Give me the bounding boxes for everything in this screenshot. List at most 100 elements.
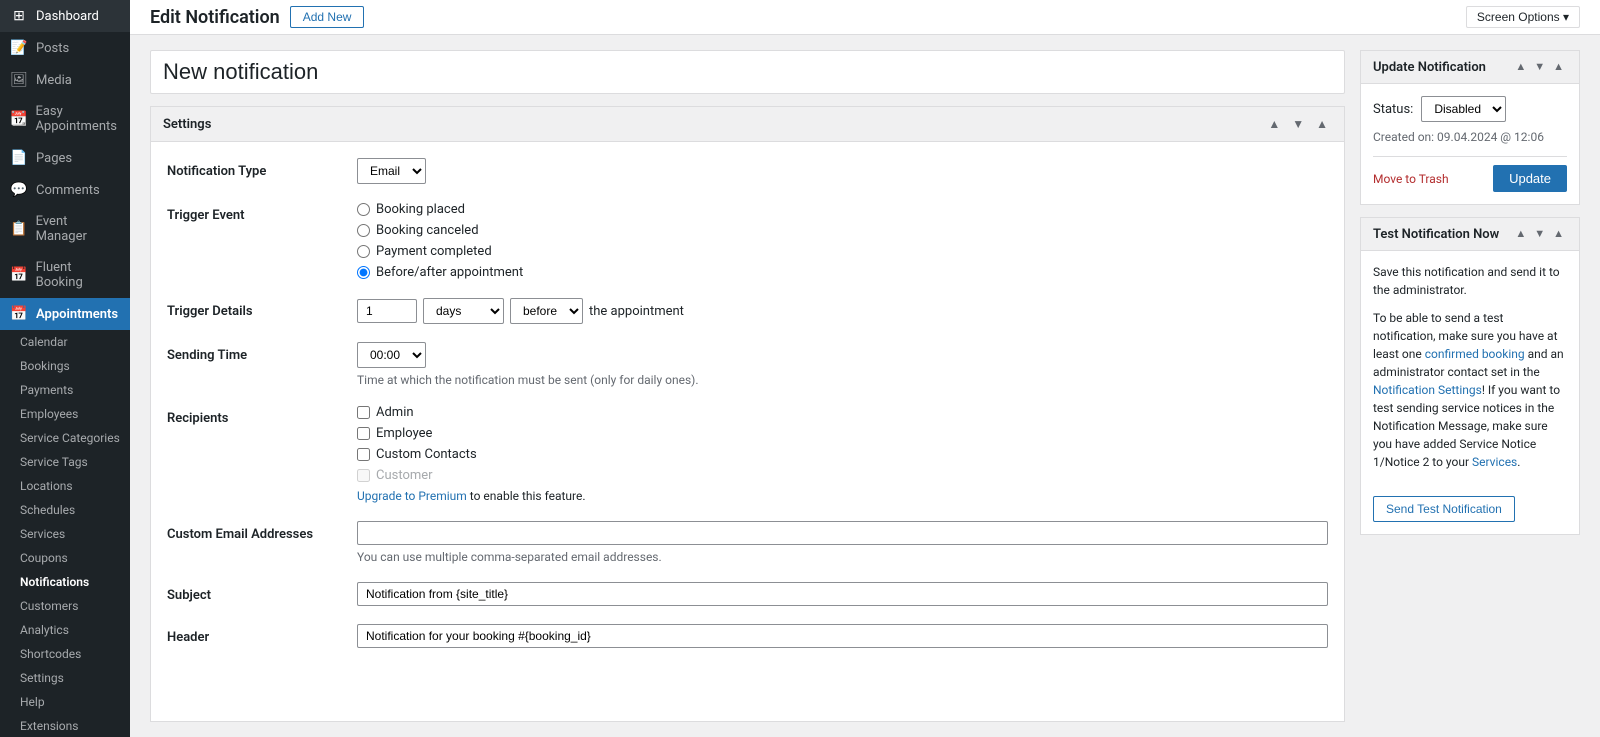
fluent-booking-icon: 📅 bbox=[10, 267, 28, 283]
trigger-booking-placed[interactable]: Booking placed bbox=[357, 202, 1328, 217]
trigger-event-row: Trigger Event Booking placed Booking can… bbox=[167, 202, 1328, 280]
subject-control bbox=[357, 582, 1328, 606]
booking-placed-radio[interactable] bbox=[357, 203, 370, 216]
trigger-details-row: Trigger Details minutes hours days weeks bbox=[167, 298, 1328, 324]
upgrade-link[interactable]: Upgrade to Premium bbox=[357, 489, 467, 503]
status-select[interactable]: Enabled Disabled bbox=[1421, 96, 1506, 122]
screen-options-button[interactable]: Screen Options ▾ bbox=[1466, 6, 1580, 28]
sidebar-item-analytics[interactable]: Analytics bbox=[0, 618, 130, 642]
test-collapse-up-btn[interactable]: ▲ bbox=[1512, 226, 1529, 242]
notification-type-row: Notification Type Email SMS bbox=[167, 158, 1328, 184]
metabox-divider bbox=[1373, 156, 1567, 157]
notification-title-input[interactable] bbox=[150, 50, 1345, 94]
employee-checkbox[interactable] bbox=[357, 427, 370, 440]
trigger-event-label: Trigger Event bbox=[167, 202, 357, 223]
sidebar-item-service-tags[interactable]: Service Tags bbox=[0, 450, 130, 474]
update-collapse-up-btn[interactable]: ▲ bbox=[1512, 59, 1529, 75]
test-notification-metabox: Test Notification Now ▲ ▼ ▲ Save this no… bbox=[1360, 217, 1580, 535]
trigger-details-label: Trigger Details bbox=[167, 298, 357, 319]
sidebar-item-help[interactable]: Help bbox=[0, 690, 130, 714]
status-label: Status: bbox=[1373, 102, 1413, 117]
sending-time-select[interactable]: 00:00 01:00 02:00 06:00 08:00 12:00 bbox=[357, 342, 426, 368]
sidebar-item-fluent-booking[interactable]: 📅 Fluent Booking bbox=[0, 252, 130, 298]
topbar: Edit Notification Add New Screen Options… bbox=[130, 0, 1600, 35]
sidebar-item-coupons[interactable]: Coupons bbox=[0, 546, 130, 570]
test-description-1: Save this notification and send it to th… bbox=[1373, 263, 1567, 299]
settings-panel-title: Settings bbox=[163, 117, 211, 132]
sidebar-item-employees[interactable]: Employees bbox=[0, 402, 130, 426]
custom-contacts-checkbox[interactable] bbox=[357, 448, 370, 461]
settings-panel-body: Notification Type Email SMS Trigger Even… bbox=[151, 142, 1344, 682]
sending-time-label: Sending Time bbox=[167, 342, 357, 363]
custom-email-input[interactable] bbox=[357, 521, 1328, 545]
trigger-unit-select[interactable]: minutes hours days weeks bbox=[423, 298, 504, 324]
trigger-num-input[interactable] bbox=[357, 299, 417, 323]
header-label: Header bbox=[167, 624, 357, 645]
trash-link[interactable]: Move to Trash bbox=[1373, 172, 1449, 186]
recipient-admin[interactable]: Admin bbox=[357, 405, 1328, 420]
add-new-button[interactable]: Add New bbox=[290, 6, 365, 28]
panel-collapse-up-btn[interactable]: ▲ bbox=[1264, 115, 1284, 133]
trigger-timing-select[interactable]: before after bbox=[510, 298, 583, 324]
sidebar-item-event-manager[interactable]: 📋 Event Manager bbox=[0, 206, 130, 252]
sidebar-item-posts[interactable]: 📝 Posts bbox=[0, 32, 130, 64]
sidebar-item-payments[interactable]: Payments bbox=[0, 378, 130, 402]
test-toggle-btn[interactable]: ▲ bbox=[1550, 226, 1567, 242]
sidebar-item-settings[interactable]: Settings bbox=[0, 666, 130, 690]
confirmed-booking-link[interactable]: confirmed booking bbox=[1425, 347, 1525, 361]
recipient-custom-contacts[interactable]: Custom Contacts bbox=[357, 447, 1328, 462]
recipient-employee[interactable]: Employee bbox=[357, 426, 1328, 441]
appointments-icon: 📅 bbox=[10, 306, 28, 322]
send-test-notification-button[interactable]: Send Test Notification bbox=[1373, 496, 1515, 522]
notification-type-control: Email SMS bbox=[357, 158, 1328, 184]
subject-input[interactable] bbox=[357, 582, 1328, 606]
sidebar-item-bookings[interactable]: Bookings bbox=[0, 354, 130, 378]
update-button[interactable]: Update bbox=[1493, 165, 1567, 192]
recipients-control: Admin Employee Custom Contacts bbox=[357, 405, 1328, 503]
sidebar-item-customers[interactable]: Customers bbox=[0, 594, 130, 618]
sending-time-hint: Time at which the notification must be s… bbox=[357, 373, 1328, 387]
admin-checkbox[interactable] bbox=[357, 406, 370, 419]
sidebar-item-calendar[interactable]: Calendar bbox=[0, 330, 130, 354]
trigger-payment-completed[interactable]: Payment completed bbox=[357, 244, 1328, 259]
sidebar-item-pages[interactable]: 📄 Pages bbox=[0, 142, 130, 174]
sidebar-item-media[interactable]: 🖼 Media bbox=[0, 64, 130, 96]
update-collapse-down-btn[interactable]: ▼ bbox=[1531, 59, 1548, 75]
sidebar-item-service-categories[interactable]: Service Categories bbox=[0, 426, 130, 450]
recipients-row: Recipients Admin Employee bbox=[167, 405, 1328, 503]
media-icon: 🖼 bbox=[10, 72, 28, 88]
sidebar-item-schedules[interactable]: Schedules bbox=[0, 498, 130, 522]
sidebar-item-locations[interactable]: Locations bbox=[0, 474, 130, 498]
recipients-checkbox-group: Admin Employee Custom Contacts bbox=[357, 405, 1328, 503]
header-input[interactable] bbox=[357, 624, 1328, 648]
trigger-booking-canceled[interactable]: Booking canceled bbox=[357, 223, 1328, 238]
sidebar-item-extensions[interactable]: Extensions bbox=[0, 714, 130, 737]
trigger-before-after[interactable]: Before/after appointment bbox=[357, 265, 1328, 280]
sidebar-item-services[interactable]: Services bbox=[0, 522, 130, 546]
panel-toggle-btn[interactable]: ▲ bbox=[1312, 115, 1332, 133]
before-after-radio[interactable] bbox=[357, 266, 370, 279]
update-notification-title: Update Notification bbox=[1373, 60, 1486, 75]
action-row: Move to Trash Update bbox=[1373, 165, 1567, 192]
sidebar-item-comments[interactable]: 💬 Comments bbox=[0, 174, 130, 206]
sidebar-item-notifications[interactable]: Notifications bbox=[0, 570, 130, 594]
trigger-event-control: Booking placed Booking canceled Payment … bbox=[357, 202, 1328, 280]
update-toggle-btn[interactable]: ▲ bbox=[1550, 59, 1567, 75]
panel-collapse-down-btn[interactable]: ▼ bbox=[1288, 115, 1308, 133]
booking-canceled-radio[interactable] bbox=[357, 224, 370, 237]
subject-label: Subject bbox=[167, 582, 357, 603]
notification-settings-link[interactable]: Notification Settings bbox=[1373, 383, 1482, 397]
test-collapse-down-btn[interactable]: ▼ bbox=[1531, 226, 1548, 242]
payment-completed-radio[interactable] bbox=[357, 245, 370, 258]
services-link[interactable]: Services bbox=[1472, 455, 1517, 469]
page-title: Edit Notification bbox=[150, 7, 280, 28]
notification-type-select[interactable]: Email SMS bbox=[357, 158, 426, 184]
update-notification-body: Status: Enabled Disabled Created on: 09.… bbox=[1361, 84, 1579, 204]
recipient-customer: Customer bbox=[357, 468, 1328, 483]
content-area: Settings ▲ ▼ ▲ Notification Type Email bbox=[130, 35, 1600, 737]
sidebar-item-dashboard[interactable]: ⊞ Dashboard bbox=[0, 0, 130, 32]
sidebar-item-easy-appointments[interactable]: 📆 Easy Appointments bbox=[0, 96, 130, 142]
easy-appointments-icon: 📆 bbox=[10, 111, 27, 127]
sidebar-item-shortcodes[interactable]: Shortcodes bbox=[0, 642, 130, 666]
sidebar-item-appointments[interactable]: 📅 Appointments bbox=[0, 298, 130, 330]
